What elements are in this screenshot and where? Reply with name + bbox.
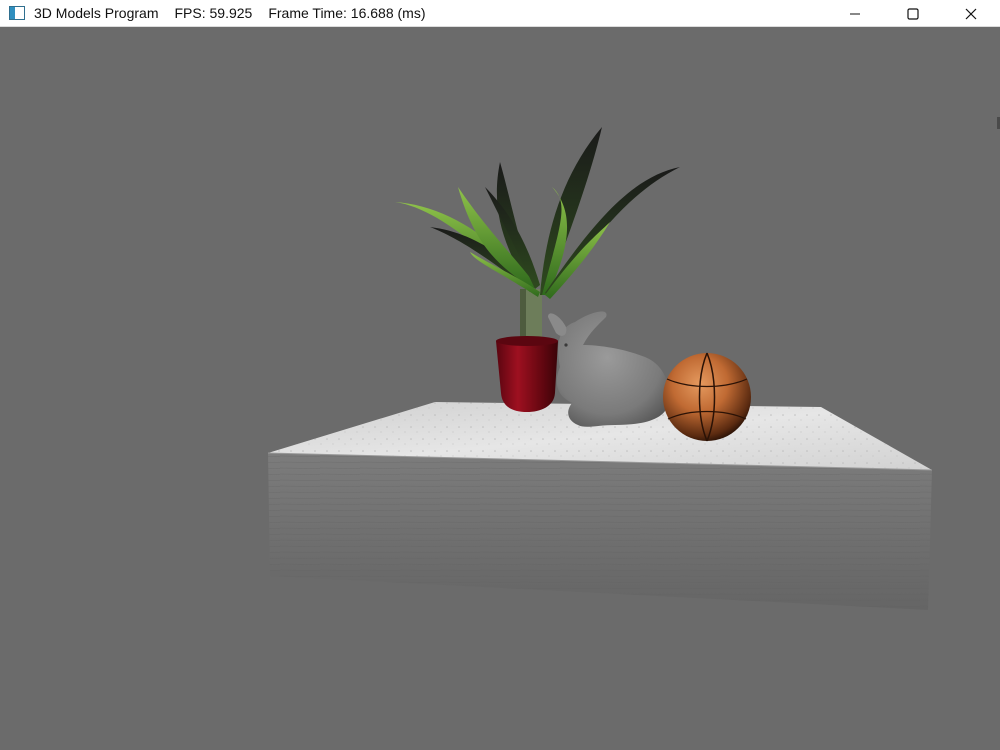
close-button[interactable] — [942, 0, 1000, 27]
scene-canvas — [267, 127, 933, 610]
app-window-icon — [9, 6, 25, 20]
minimize-button[interactable] — [826, 0, 884, 27]
maximize-icon — [907, 7, 919, 20]
minimize-icon — [850, 13, 860, 14]
window-controls — [826, 0, 1000, 27]
render-viewport[interactable] — [0, 27, 1000, 750]
frame-time-readout: Frame Time: 16.688 (ms) — [268, 5, 426, 21]
title-bar[interactable]: 3D Models Program FPS: 59.925 Frame Time… — [0, 0, 1000, 27]
basketball-model — [663, 352, 751, 442]
app-window: 3D Models Program FPS: 59.925 Frame Time… — [0, 0, 1000, 750]
title-text: 3D Models Program FPS: 59.925 Frame Time… — [34, 5, 425, 21]
table-model — [267, 402, 933, 610]
maximize-button[interactable] — [884, 0, 942, 27]
close-icon — [965, 8, 977, 19]
window-title: 3D Models Program — [34, 5, 159, 21]
fps-readout: FPS: 59.925 — [174, 5, 253, 21]
